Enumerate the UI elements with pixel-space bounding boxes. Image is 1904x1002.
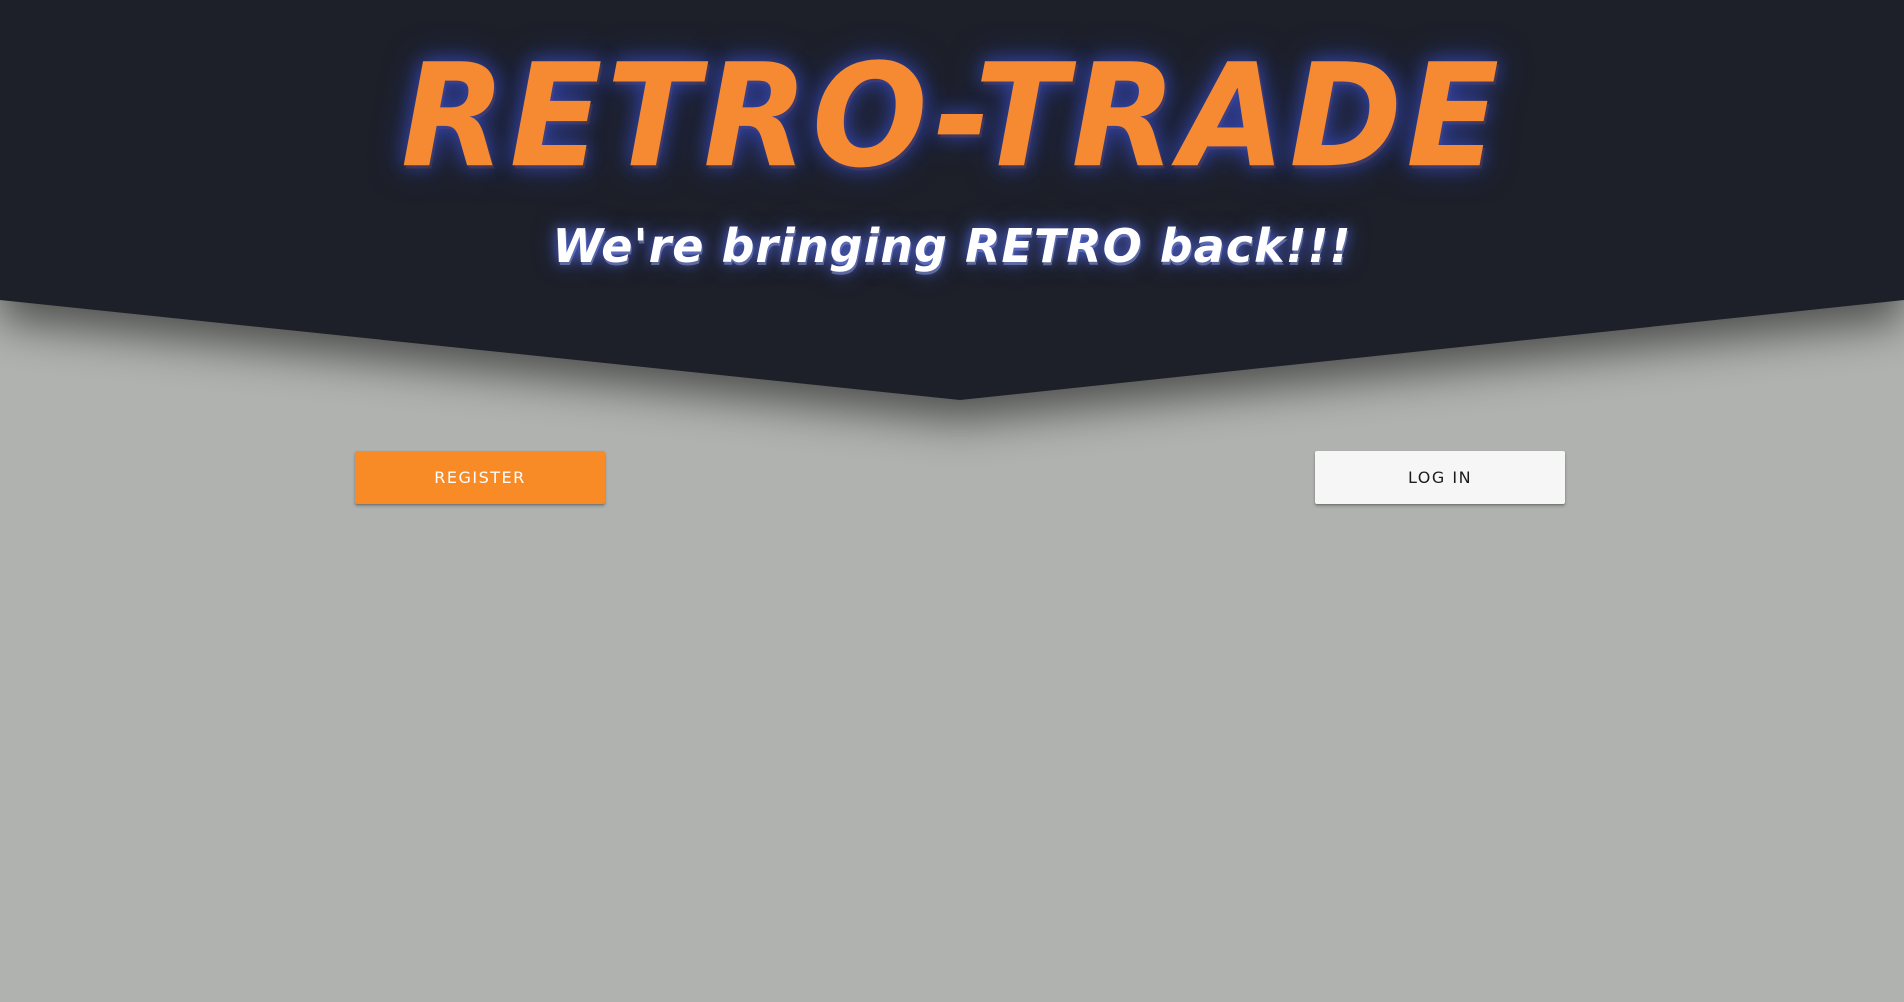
register-button[interactable]: REGISTER xyxy=(355,451,605,504)
landing-page: RETRO-TRADE We're bringing RETRO back!!!… xyxy=(0,0,1904,1002)
site-logo-title: RETRO-TRADE xyxy=(400,34,1504,200)
site-tagline: We're bringing RETRO back!!! xyxy=(552,219,1352,273)
login-button[interactable]: LOG IN xyxy=(1315,451,1565,504)
hero-header: RETRO-TRADE We're bringing RETRO back!!! xyxy=(0,0,1904,410)
